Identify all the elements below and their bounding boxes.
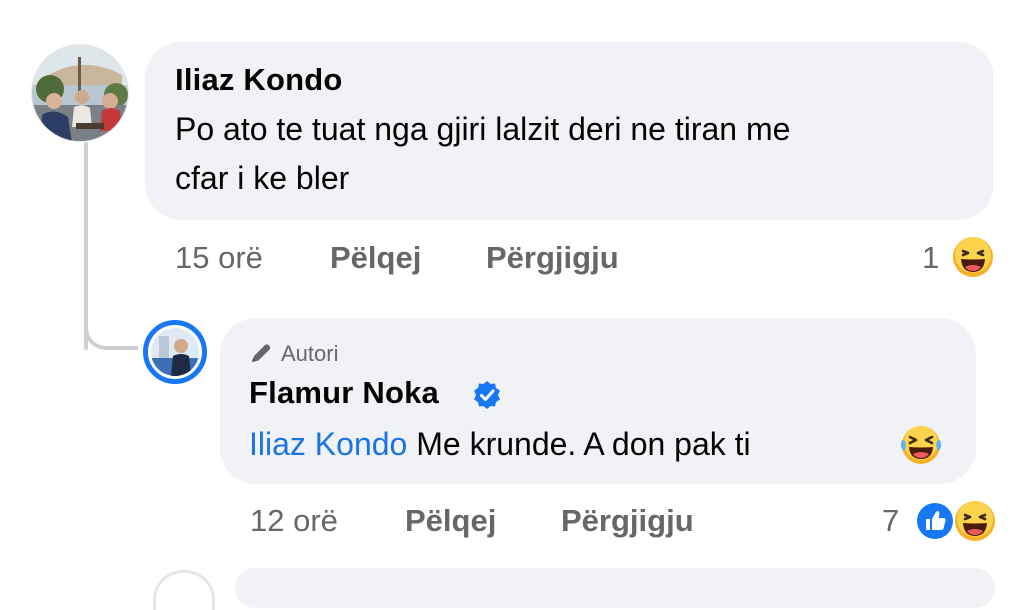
reply-avatar[interactable]: [143, 320, 207, 384]
reply-timestamp[interactable]: 12 orë: [250, 503, 338, 539]
reply-author[interactable]: Flamur Noka: [249, 375, 439, 411]
reply-like-button[interactable]: Pëlqej: [405, 503, 496, 539]
haha-emoji-icon: [898, 424, 944, 471]
comment-timestamp[interactable]: 15 orë: [175, 240, 263, 276]
like-button[interactable]: Pëlqej: [330, 240, 421, 276]
next-comment-avatar[interactable]: [153, 570, 215, 610]
verified-badge-icon: [472, 380, 502, 410]
comment-text-line2: cfar i ke bler: [175, 160, 350, 196]
reply-reply-button[interactable]: Përgjigju: [561, 503, 694, 539]
haha-emoji-icon[interactable]: [954, 500, 996, 547]
author-tag: Autori: [249, 341, 338, 367]
avatar-photo: [32, 45, 128, 141]
thread-connector: [84, 300, 138, 350]
reply-reaction-count[interactable]: 7: [882, 503, 899, 539]
haha-emoji-icon[interactable]: [952, 236, 994, 283]
like-emoji-icon[interactable]: [914, 500, 956, 547]
comment-author[interactable]: Iliaz Kondo: [175, 62, 343, 98]
reply-text-row: Iliaz Kondo Me krunde. A don pak ti: [249, 420, 751, 469]
reply-text: Me krunde. A don pak ti: [416, 426, 751, 462]
mention-link[interactable]: Iliaz Kondo: [249, 426, 407, 462]
author-tag-label: Autori: [281, 341, 339, 366]
next-comment-bubble[interactable]: [235, 568, 995, 608]
reply-avatar-photo: [151, 328, 199, 376]
pen-icon: [252, 344, 271, 362]
comment-text-line1: Po ato te tuat nga gjiri lalzit deri ne …: [175, 111, 791, 147]
comment-bubble[interactable]: Iliaz Kondo Po ato te tuat nga gjiri lal…: [145, 42, 994, 220]
reply-button[interactable]: Përgjigju: [486, 240, 619, 276]
avatar[interactable]: [31, 44, 129, 142]
reaction-count[interactable]: 1: [922, 240, 939, 276]
